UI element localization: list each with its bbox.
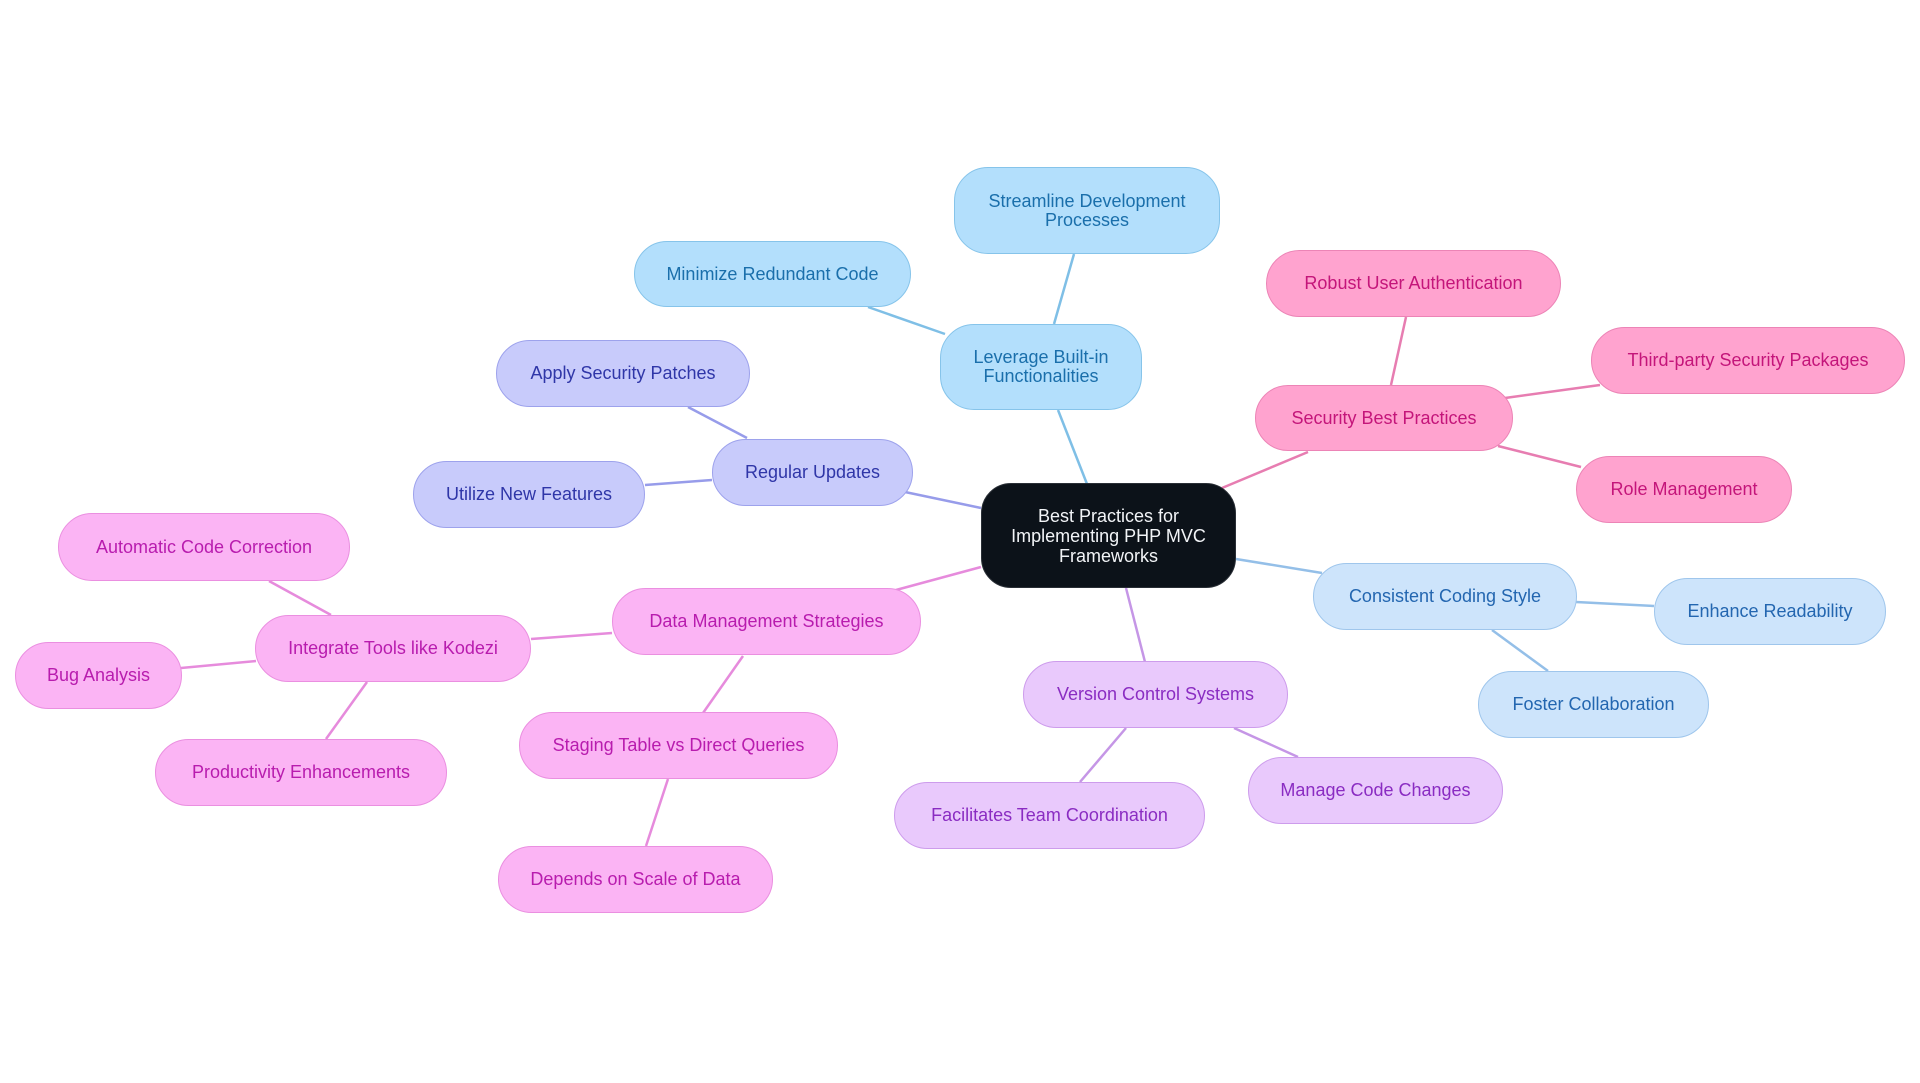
edge-datamgmt-kodezi xyxy=(530,631,613,641)
edge-leverage-streamline xyxy=(1052,253,1076,325)
node-label: Consistent Coding Style xyxy=(1348,586,1542,606)
edge-updates-patches xyxy=(687,405,748,440)
node-leverage-built-in[interactable]: Leverage Built-in Functionalities xyxy=(940,324,1142,410)
edge-updates-features xyxy=(644,478,713,487)
node-minimize-redundant-code[interactable]: Minimize Redundant Code xyxy=(634,241,911,307)
edge-coding-readability xyxy=(1575,600,1655,608)
node-label: Utilize New Features xyxy=(445,484,613,504)
node-label: Robust User Authentication xyxy=(1304,273,1523,293)
node-consistent-coding-style[interactable]: Consistent Coding Style xyxy=(1313,563,1577,630)
node-foster-collaboration[interactable]: Foster Collaboration xyxy=(1478,671,1709,738)
edge-staging-scale xyxy=(644,778,670,847)
node-facilitates-team-coordination[interactable]: Facilitates Team Coordination xyxy=(894,782,1205,849)
node-staging-table-vs-direct-queries[interactable]: Staging Table vs Direct Queries xyxy=(519,712,838,779)
node-label: Leverage Built-in Functionalities xyxy=(973,347,1109,386)
node-version-control-systems[interactable]: Version Control Systems xyxy=(1023,661,1288,728)
node-data-management-strategies[interactable]: Data Management Strategies xyxy=(612,588,921,655)
node-label: Enhance Readability xyxy=(1687,601,1853,621)
node-label: Version Control Systems xyxy=(1056,684,1255,704)
node-manage-code-changes[interactable]: Manage Code Changes xyxy=(1248,757,1503,824)
edge-kodezi-bug xyxy=(180,659,257,670)
edge-coding-collab xyxy=(1491,628,1549,673)
edge-kodezi-autocorrect xyxy=(268,579,332,617)
root-node[interactable]: Best Practices for Implementing PHP MVC … xyxy=(981,483,1236,588)
node-automatic-code-correction[interactable]: Automatic Code Correction xyxy=(58,513,350,581)
edge-root-datamgmt xyxy=(895,565,982,592)
edge-root-security xyxy=(1221,450,1309,490)
node-label: Third-party Security Packages xyxy=(1627,350,1869,370)
node-label: Staging Table vs Direct Queries xyxy=(552,735,805,755)
node-label: Apply Security Patches xyxy=(530,363,716,383)
node-label: Bug Analysis xyxy=(46,665,151,685)
edge-root-updates xyxy=(904,490,982,510)
edge-security-thirdparty xyxy=(1504,383,1601,400)
node-label: Integrate Tools like Kodezi xyxy=(288,638,498,658)
node-apply-security-patches[interactable]: Apply Security Patches xyxy=(496,340,750,407)
node-label: Depends on Scale of Data xyxy=(530,869,741,889)
root-node-label: Best Practices for Implementing PHP MVC … xyxy=(1011,505,1206,566)
edge-kodezi-productivity xyxy=(324,681,369,740)
edge-root-leverage xyxy=(1056,409,1089,485)
node-label: Manage Code Changes xyxy=(1280,780,1471,800)
node-integrate-tools-like-kodezi[interactable]: Integrate Tools like Kodezi xyxy=(255,615,531,682)
edge-vcs-changes xyxy=(1233,726,1299,759)
node-label: Automatic Code Correction xyxy=(95,536,313,557)
edge-root-vcs xyxy=(1124,587,1147,663)
node-depends-on-scale-of-data[interactable]: Depends on Scale of Data xyxy=(498,846,773,913)
node-label: Foster Collaboration xyxy=(1512,694,1675,714)
node-label: Productivity Enhancements xyxy=(191,762,411,782)
node-security-best-practices[interactable]: Security Best Practices xyxy=(1255,385,1513,451)
edge-datamgmt-staging xyxy=(701,655,745,714)
node-enhance-readability[interactable]: Enhance Readability xyxy=(1654,578,1886,645)
node-role-management[interactable]: Role Management xyxy=(1576,456,1792,523)
node-label: Regular Updates xyxy=(744,462,881,482)
node-bug-analysis[interactable]: Bug Analysis xyxy=(15,642,182,709)
edge-root-coding xyxy=(1235,557,1323,575)
node-label: Minimize Redundant Code xyxy=(666,263,879,284)
node-streamline-development[interactable]: Streamline Development Processes xyxy=(954,167,1220,254)
edge-vcs-coordination xyxy=(1079,727,1127,783)
edge-security-role xyxy=(1497,444,1582,469)
node-third-party-security-packages[interactable]: Third-party Security Packages xyxy=(1591,327,1905,394)
node-label: Role Management xyxy=(1610,479,1758,499)
node-label: Streamline Development Processes xyxy=(988,190,1186,230)
node-productivity-enhancements[interactable]: Productivity Enhancements xyxy=(155,739,447,806)
node-label: Data Management Strategies xyxy=(649,611,884,631)
node-regular-updates[interactable]: Regular Updates xyxy=(712,439,913,506)
edge-leverage-minimize xyxy=(867,305,946,336)
node-label: Facilitates Team Coordination xyxy=(931,805,1168,825)
node-robust-user-authentication[interactable]: Robust User Authentication xyxy=(1266,250,1561,317)
node-label: Security Best Practices xyxy=(1291,407,1477,428)
node-utilize-new-features[interactable]: Utilize New Features xyxy=(413,461,645,528)
edge-security-auth xyxy=(1389,316,1408,386)
